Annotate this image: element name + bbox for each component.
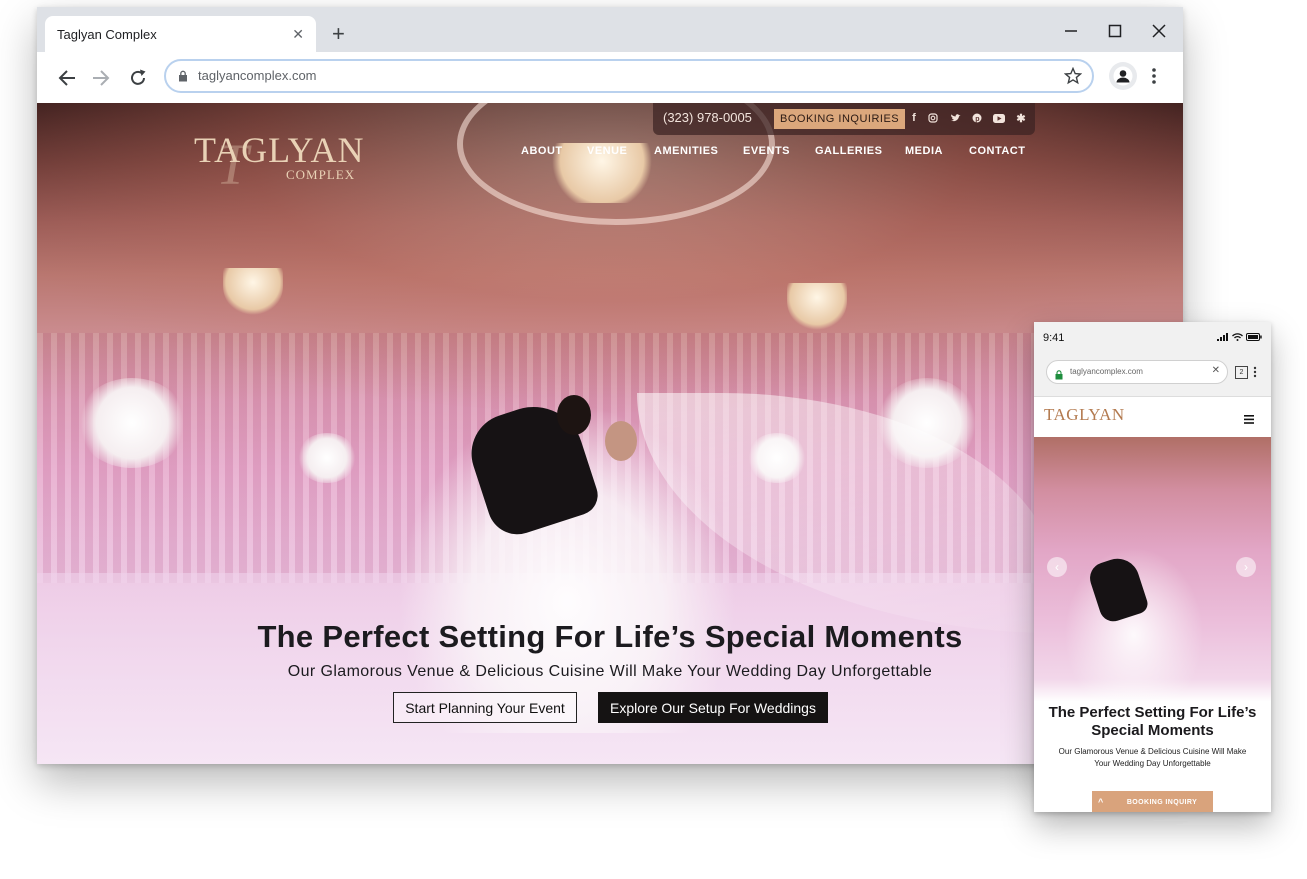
groom-head <box>557 395 591 435</box>
nav-item-galleries[interactable]: GALLERIES <box>815 145 882 157</box>
minimize-icon[interactable] <box>1059 19 1083 43</box>
tab-strip: Taglyan Complex ✕ + <box>37 7 1183 52</box>
mobile-hero-headline: The Perfect Setting For Life’s Special M… <box>1034 704 1271 740</box>
centerpiece-image <box>77 378 187 468</box>
signal-icon <box>1217 333 1228 341</box>
nav-item-events[interactable]: EVENTS <box>743 145 790 157</box>
pinterest-icon[interactable]: p <box>970 111 984 125</box>
hamburger-menu-icon[interactable] <box>1244 411 1254 429</box>
window-close-icon[interactable] <box>1147 19 1171 43</box>
phone-link[interactable]: (323) 978-0005 <box>663 110 752 125</box>
mobile-headline-line1: The Perfect Setting For Life’s <box>1048 704 1257 721</box>
bride-head <box>605 421 637 461</box>
browser-toolbar: taglyancomplex.com <box>37 52 1183 105</box>
contact-topbar: (323) 978-0005 BOOKING INQUIRIES f p ✱ <box>653 103 1035 135</box>
mobile-booking-label: BOOKING INQUIRY <box>1126 799 1198 806</box>
reload-icon[interactable] <box>126 66 150 90</box>
lock-icon <box>178 69 188 87</box>
wifi-icon <box>1232 333 1243 341</box>
desktop-browser-window: Taglyan Complex ✕ + taglyancomplex.com T… <box>37 7 1183 764</box>
mobile-site-header: TAGLYAN <box>1034 397 1271 437</box>
mobile-address-bar[interactable]: taglyancomplex.com ✕ <box>1046 360 1228 384</box>
mobile-status-icons <box>1217 333 1262 341</box>
svg-text:p: p <box>975 116 979 123</box>
mobile-sub-line2: Your Wedding Day Unforgettable <box>1094 759 1211 768</box>
twitter-icon[interactable] <box>948 111 962 125</box>
mobile-booking-inquiry-button[interactable]: ^ BOOKING INQUIRY <box>1092 791 1213 812</box>
main-navigation: ABOUT VENUE AMENITIES EVENTS GALLERIES M… <box>517 145 1027 165</box>
nav-item-venue[interactable]: VENUE <box>587 145 627 157</box>
profile-avatar-icon[interactable] <box>1109 62 1137 90</box>
mobile-clock: 9:41 <box>1043 332 1065 344</box>
mobile-hero-section: ‹ › The Perfect Setting For Life’s Speci… <box>1034 437 1271 812</box>
yelp-icon[interactable]: ✱ <box>1014 111 1028 125</box>
nav-item-contact[interactable]: CONTACT <box>969 145 1025 157</box>
mobile-clear-icon[interactable]: ✕ <box>1212 365 1220 376</box>
browser-tab[interactable]: Taglyan Complex ✕ <box>45 16 316 52</box>
mobile-menu-icon[interactable] <box>1253 365 1257 383</box>
mobile-sub-line1: Our Glamorous Venue & Delicious Cuisine … <box>1058 747 1247 756</box>
site-logo[interactable]: T TAGLYAN COMPLEX <box>194 127 364 197</box>
mobile-hero-subheadline: Our Glamorous Venue & Delicious Cuisine … <box>1044 746 1261 770</box>
chevron-up-icon: ^ <box>1098 797 1104 807</box>
mobile-tab-count[interactable]: 2 <box>1235 366 1248 379</box>
mobile-url-bar: taglyancomplex.com ✕ 2 <box>1034 354 1271 397</box>
nav-item-media[interactable]: MEDIA <box>905 145 943 157</box>
slider-prev-icon[interactable]: ‹ <box>1047 557 1067 577</box>
maximize-icon[interactable] <box>1103 19 1127 43</box>
browser-menu-icon[interactable] <box>1151 66 1157 91</box>
mobile-headline-line2: Special Moments <box>1091 722 1214 739</box>
explore-weddings-button[interactable]: Explore Our Setup For Weddings <box>598 692 828 723</box>
tab-title: Taglyan Complex <box>57 26 157 42</box>
start-planning-button[interactable]: Start Planning Your Event <box>393 692 577 723</box>
hero-headline: The Perfect Setting For Life’s Special M… <box>257 619 963 654</box>
facebook-icon[interactable]: f <box>907 111 921 125</box>
bookmark-star-icon[interactable] <box>1063 66 1083 90</box>
mobile-url-text: taglyancomplex.com <box>1070 367 1143 376</box>
address-bar[interactable]: taglyancomplex.com <box>164 59 1094 93</box>
new-tab-icon[interactable]: + <box>332 23 345 45</box>
hero-subheadline: Our Glamorous Venue & Delicious Cuisine … <box>287 663 933 680</box>
logo-sub-text: COMPLEX <box>286 167 356 182</box>
forward-arrow-icon[interactable] <box>89 66 113 90</box>
battery-icon <box>1246 333 1262 341</box>
hero-section: T TAGLYAN COMPLEX (323) 978-0005 BOOKING… <box>37 103 1183 764</box>
mobile-site-logo[interactable]: TAGLYAN <box>1044 405 1125 425</box>
mobile-phone-mockup: 9:41 taglyancomplex.com ✕ 2 TAGLYAN ‹ › <box>1034 322 1271 812</box>
nav-item-about[interactable]: ABOUT <box>521 145 563 157</box>
youtube-icon[interactable] <box>992 111 1006 125</box>
back-arrow-icon[interactable] <box>55 66 79 90</box>
centerpiece-image <box>297 433 357 483</box>
instagram-icon[interactable] <box>926 111 940 125</box>
url-text: taglyancomplex.com <box>198 68 317 83</box>
mobile-lock-icon <box>1055 367 1063 385</box>
tab-close-icon[interactable]: ✕ <box>292 26 304 43</box>
slider-next-icon[interactable]: › <box>1236 557 1256 577</box>
booking-inquiries-button[interactable]: BOOKING INQUIRIES <box>774 109 906 129</box>
nav-item-amenities[interactable]: AMENITIES <box>654 145 718 157</box>
mobile-status-bar: 9:41 <box>1034 322 1271 354</box>
logo-main-text: TAGLYAN <box>194 130 365 170</box>
